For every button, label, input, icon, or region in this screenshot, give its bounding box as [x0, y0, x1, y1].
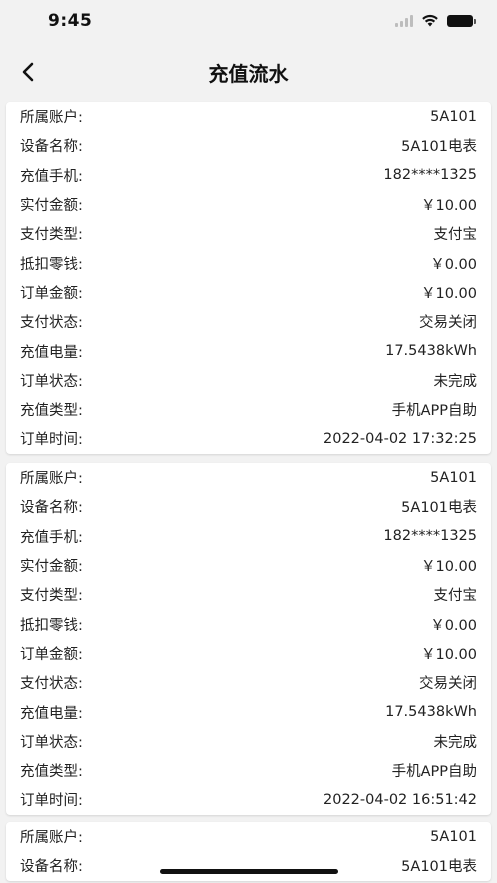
- record-field-row: 充值手机: 182****1325: [6, 161, 491, 190]
- field-label: 订单时间:: [20, 793, 83, 810]
- record-field-row: 订单状态: 未完成: [6, 366, 491, 395]
- field-label: 所属账户:: [20, 110, 83, 127]
- field-label: 订单状态:: [20, 373, 83, 390]
- field-value: 支付宝: [433, 227, 478, 244]
- field-value: 交易关闭: [419, 315, 477, 332]
- record-field-row: 充值电量: 17.5438kWh: [6, 697, 491, 726]
- field-label: 设备名称:: [20, 859, 83, 876]
- record-field-row: 抵扣零钱: ￥0.00: [6, 609, 491, 638]
- field-value: ￥0.00: [430, 617, 477, 634]
- record-field-row: 所属账户: 5A101: [6, 822, 491, 851]
- record-field-row: 充值电量: 17.5438kWh: [6, 336, 491, 365]
- field-value: ￥10.00: [420, 559, 477, 576]
- record-field-row: 充值类型: 手机APP自助: [6, 395, 491, 424]
- record-field-row: 支付类型: 支付宝: [6, 580, 491, 609]
- field-label: 充值电量:: [20, 705, 83, 722]
- field-label: 实付金额:: [20, 559, 83, 576]
- battery-icon: [447, 14, 476, 27]
- field-value: 17.5438kWh: [385, 343, 477, 360]
- field-value: 手机APP自助: [391, 403, 477, 420]
- field-value: 支付宝: [433, 588, 478, 605]
- record-field-row: 抵扣零钱: ￥0.00: [6, 248, 491, 277]
- field-label: 订单状态:: [20, 734, 83, 751]
- wifi-icon: [422, 14, 438, 27]
- cellular-signal-icon: [395, 14, 413, 27]
- status-bar: 9:45: [0, 0, 497, 44]
- field-label: 支付状态:: [20, 676, 83, 693]
- field-value: 5A101: [430, 108, 477, 125]
- field-value: ￥10.00: [420, 198, 477, 215]
- record-list[interactable]: 所属账户: 5A101 设备名称: 5A101电表 充值手机: 182****1325 实付…: [0, 100, 497, 883]
- record-field-row: 充值类型: 手机APP自助: [6, 756, 491, 785]
- page-title: 充值流水: [208, 62, 289, 86]
- field-value: 5A101: [430, 469, 477, 486]
- record-field-row: 实付金额: ￥10.00: [6, 190, 491, 219]
- field-value: ￥10.00: [420, 646, 477, 663]
- record-field-row: 实付金额: ￥10.00: [6, 551, 491, 580]
- field-label: 充值类型:: [20, 764, 83, 781]
- field-label: 设备名称:: [20, 139, 83, 156]
- field-label: 所属账户:: [20, 471, 83, 488]
- field-value: 交易关闭: [419, 676, 477, 693]
- record-card: 所属账户: 5A101 设备名称: 5A101电表充值手机: 182****1325 实付…: [6, 102, 491, 454]
- field-label: 充值手机:: [20, 529, 83, 546]
- status-time: 9:45: [48, 11, 93, 31]
- record-field-row: 所属账户: 5A101: [6, 463, 491, 492]
- field-value: 182****1325: [383, 528, 477, 545]
- status-icons: [395, 14, 476, 27]
- field-value: 5A101电表: [401, 859, 477, 876]
- field-label: 设备名称:: [20, 500, 83, 517]
- record-field-row: 订单时间: 2022-04-02 17:32:25: [6, 424, 491, 453]
- record-field-row: 设备名称: 5A101电表: [6, 131, 491, 160]
- record-field-row: 设备名称: 5A101电表: [6, 492, 491, 521]
- record-field-row: 支付状态: 交易关闭: [6, 668, 491, 697]
- field-value: 未完成: [433, 734, 478, 751]
- field-value: 5A101电表: [401, 500, 477, 517]
- field-label: 支付状态:: [20, 315, 83, 332]
- field-label: 实付金额:: [20, 198, 83, 215]
- field-value: 182****1325: [383, 167, 477, 184]
- field-value: 2022-04-02 17:32:25: [323, 430, 477, 447]
- field-label: 抵扣零钱:: [20, 256, 83, 273]
- home-indicator[interactable]: [160, 869, 338, 874]
- field-label: 充值类型:: [20, 403, 83, 420]
- field-value: 2022-04-02 16:51:42: [323, 791, 477, 808]
- record-field-row: 充值手机: 182****1325: [6, 522, 491, 551]
- field-value: 5A101: [430, 828, 477, 845]
- record-field-row: 订单状态: 未完成: [6, 727, 491, 756]
- record-field-row: 订单金额: ￥10.00: [6, 639, 491, 668]
- field-label: 订单金额:: [20, 646, 83, 663]
- field-value: 17.5438kWh: [385, 704, 477, 721]
- field-label: 充值手机:: [20, 168, 83, 185]
- record-field-row: 支付类型: 支付宝: [6, 219, 491, 248]
- record-field-row: 支付状态: 交易关闭: [6, 307, 491, 336]
- field-value: ￥10.00: [420, 285, 477, 302]
- field-value: 未完成: [433, 373, 478, 390]
- field-label: 充值电量:: [20, 344, 83, 361]
- nav-bar: 充值流水: [0, 44, 497, 100]
- field-label: 支付类型:: [20, 227, 83, 244]
- field-label: 订单时间:: [20, 432, 83, 449]
- record-field-row: 订单时间: 2022-04-02 16:51:42: [6, 785, 491, 814]
- record-field-row: 设备名称: 5A101电表: [6, 851, 491, 880]
- field-label: 所属账户:: [20, 830, 83, 847]
- field-value: 手机APP自助: [391, 764, 477, 781]
- field-value: ￥0.00: [430, 256, 477, 273]
- field-label: 订单金额:: [20, 285, 83, 302]
- field-label: 支付类型:: [20, 588, 83, 605]
- field-value: 5A101电表: [401, 139, 477, 156]
- record-field-row: 所属账户: 5A101: [6, 102, 491, 131]
- field-label: 抵扣零钱:: [20, 617, 83, 634]
- record-card: 所属账户: 5A101 设备名称: 5A101电表充值手机: 182****1325 实付…: [6, 463, 491, 815]
- record-field-row: 订单金额: ￥10.00: [6, 278, 491, 307]
